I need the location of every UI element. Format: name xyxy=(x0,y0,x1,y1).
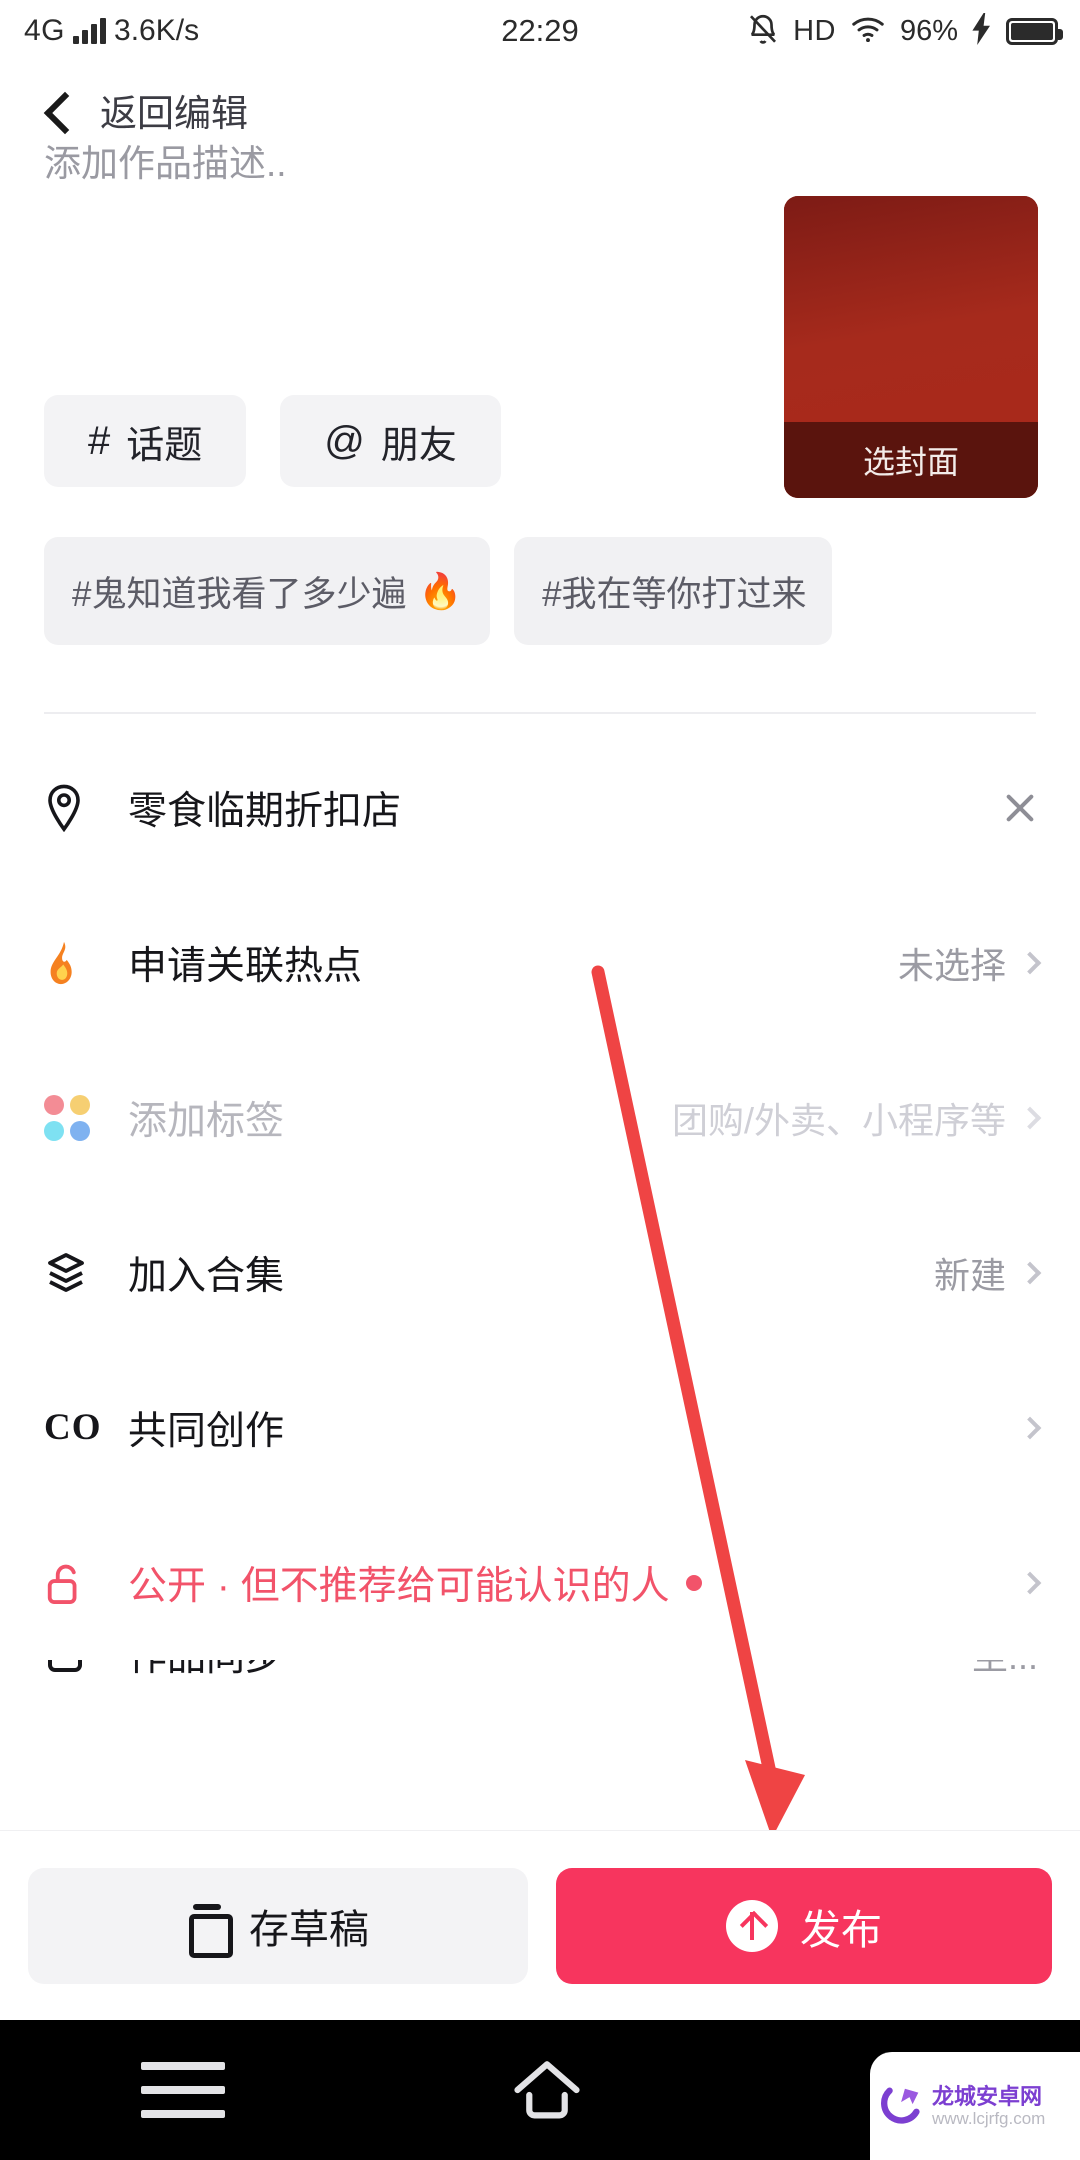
row-location-label: 零食临期折扣店 xyxy=(128,789,402,833)
back-chevron-icon[interactable] xyxy=(42,96,70,124)
row-hotspot-right[interactable]: 未选择 xyxy=(897,937,1042,989)
at-icon: @ xyxy=(324,418,365,463)
topic-chip[interactable]: # 话题 xyxy=(44,395,247,487)
row-privacy-right[interactable] xyxy=(1018,1571,1042,1594)
home-icon[interactable] xyxy=(508,2059,586,2121)
status-bar: 4G 3.6K/s 22:29 HD 96% xyxy=(0,0,1080,62)
section-divider xyxy=(44,712,1036,714)
row-collection[interactable]: 加入合集 新建 xyxy=(0,1195,1080,1350)
save-draft-button[interactable]: 存草稿 xyxy=(28,1867,528,1984)
row-location-right xyxy=(1002,790,1038,826)
hashtag-suggestion-row: #鬼知道我看了多少遍 🔥 #我在等你打过来 xyxy=(0,537,1080,645)
color-dots-icon xyxy=(44,1094,102,1141)
row-hotspot[interactable]: 申请关联热点 未选择 xyxy=(0,885,1080,1040)
phone-screen: 4G 3.6K/s 22:29 HD 96% 返回编辑 添加作品描述.. 选封面… xyxy=(0,0,1080,2160)
clock-label: 22:29 xyxy=(501,13,579,48)
unlock-icon xyxy=(44,1560,102,1606)
insert-chip-row: # 话题 @ 朋友 xyxy=(0,395,1080,487)
row-collection-value: 新建 xyxy=(933,1254,1006,1296)
chevron-right-icon xyxy=(1018,1416,1042,1439)
friend-chip[interactable]: @ 朋友 xyxy=(280,395,501,487)
options-list: 零食临期折扣店 申请关联热点 未选择 添加标签 团购/外卖、小程序等 加入合集 … xyxy=(0,730,1080,1732)
chevron-right-icon xyxy=(1018,1106,1042,1129)
row-collection-right[interactable]: 新建 xyxy=(933,1247,1042,1299)
topic-chip-label: 话题 xyxy=(126,424,203,467)
chevron-right-icon xyxy=(1018,1261,1042,1284)
publish-button[interactable]: 发布 xyxy=(556,1867,1052,1984)
hashtag-suggestion-item[interactable]: #我在等你打过来 xyxy=(514,537,833,645)
row-cocreate-right[interactable] xyxy=(1018,1416,1042,1439)
draft-box-icon xyxy=(187,1903,233,1958)
row-hotspot-value: 未选择 xyxy=(897,944,1006,986)
hashtag-suggestion-label: #我在等你打过来 xyxy=(542,574,807,614)
chevron-right-icon xyxy=(1018,951,1042,974)
hashtag-suggestion-item[interactable]: #鬼知道我看了多少遍 🔥 xyxy=(44,537,491,645)
row-add-tag-value: 团购/外卖、小程序等 xyxy=(671,1099,1006,1141)
chevron-right-icon xyxy=(1018,1571,1042,1594)
flame-icon: 🔥 xyxy=(418,571,463,611)
row-sync-value: 至... xyxy=(972,1660,1038,1680)
upload-arrow-icon xyxy=(726,1899,778,1952)
row-location[interactable]: 零食临期折扣店 xyxy=(0,730,1080,885)
action-bar: 存草稿 发布 xyxy=(0,1830,1080,2020)
menu-icon[interactable] xyxy=(141,2062,226,2118)
watermark-name: 龙城安卓网 xyxy=(932,2083,1043,2109)
site-watermark: 龙城安卓网 www.lcjrfg.com xyxy=(870,2052,1080,2160)
row-sync-right[interactable]: 至... xyxy=(972,1660,1038,1680)
row-add-tag[interactable]: 添加标签 团购/外卖、小程序等 xyxy=(0,1040,1080,1195)
save-draft-label: 存草稿 xyxy=(249,1907,369,1952)
row-hotspot-label: 申请关联热点 xyxy=(128,944,363,988)
row-cocreate-label: 共同创作 xyxy=(128,1409,285,1453)
close-icon[interactable] xyxy=(1002,790,1038,826)
row-sync[interactable]: 作品同步 至... xyxy=(0,1660,1080,1732)
row-add-tag-label: 添加标签 xyxy=(128,1099,285,1143)
friend-chip-label: 朋友 xyxy=(380,424,457,467)
co-icon: CO xyxy=(44,1407,102,1448)
row-privacy-label: 公开 · 但不推荐给可能认识的人 xyxy=(128,1564,670,1608)
row-cocreate[interactable]: CO 共同创作 xyxy=(0,1350,1080,1505)
row-sync-label: 作品同步 xyxy=(128,1660,284,1682)
description-section: 添加作品描述.. 选封面 xyxy=(0,143,1080,498)
row-collection-label: 加入合集 xyxy=(128,1254,285,1298)
back-to-edit-label[interactable]: 返回编辑 xyxy=(100,83,248,137)
sync-icon xyxy=(44,1660,102,1676)
watermark-logo-icon xyxy=(880,2083,926,2129)
watermark-text: 龙城安卓网 www.lcjrfg.com xyxy=(932,2084,1045,2129)
privacy-new-dot xyxy=(685,1574,702,1591)
row-add-tag-right[interactable]: 团购/外卖、小程序等 xyxy=(671,1092,1042,1144)
row-privacy[interactable]: 公开 · 但不推荐给可能认识的人 xyxy=(0,1505,1080,1660)
battery-icon xyxy=(1006,17,1063,45)
layers-icon xyxy=(44,1251,102,1295)
hash-icon: # xyxy=(88,418,111,463)
location-pin-icon xyxy=(44,784,102,832)
hashtag-suggestion-label: #鬼知道我看了多少遍 xyxy=(72,574,407,614)
watermark-url: www.lcjrfg.com xyxy=(932,2108,1046,2128)
flame-icon xyxy=(44,940,102,986)
publish-label: 发布 xyxy=(800,1906,882,1953)
description-input[interactable]: 添加作品描述.. xyxy=(44,142,287,186)
